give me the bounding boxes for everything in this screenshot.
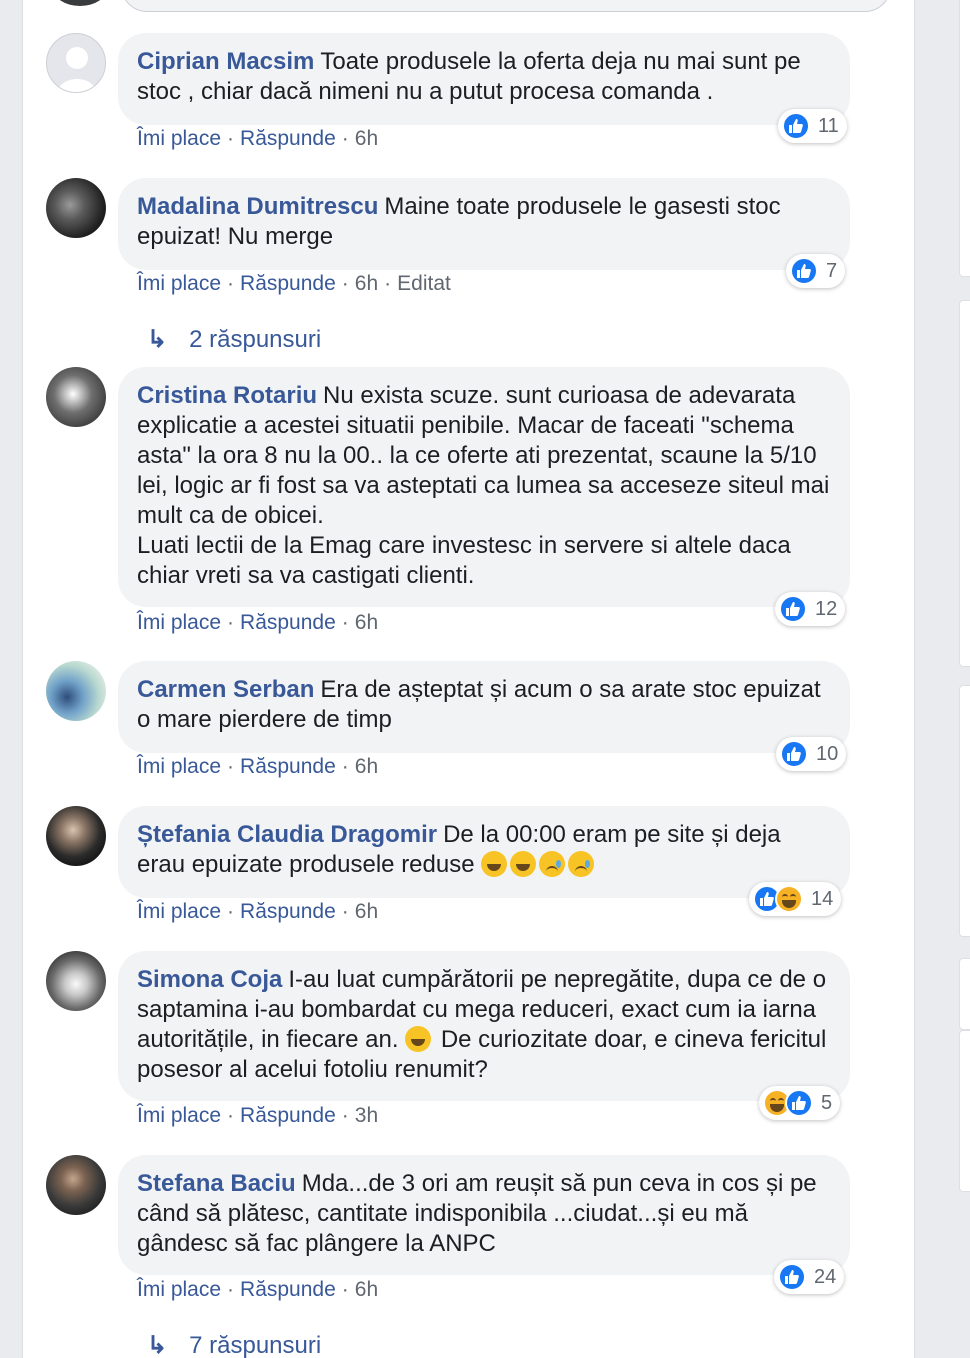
like-link[interactable]: Îmi place [137, 1278, 221, 1301]
comment-bubble: Cristina Rotariu Nu exista scuze. sunt cu… [118, 367, 850, 607]
rolling-laughing-emoji [510, 851, 537, 877]
comment-author[interactable]: Ciprian Macsim [137, 48, 314, 75]
comment-time[interactable]: 3h [355, 1104, 378, 1127]
comment-actions: Îmi place · Răspunde · 6h [137, 900, 379, 923]
avatar[interactable] [46, 367, 106, 427]
comment-author[interactable]: Cristina Rotariu [137, 382, 317, 409]
reaction-summary[interactable]: 10 [776, 737, 847, 771]
like-link[interactable]: Îmi place [137, 127, 221, 150]
avatar[interactable] [46, 33, 106, 93]
comment-input[interactable] [121, 0, 891, 12]
comment-time[interactable]: 6h [355, 611, 378, 634]
avatar[interactable] [46, 951, 106, 1011]
comment-bubble: Ștefania Claudia Dragomir De la 00:00 era… [118, 806, 850, 898]
sidebar-card [959, 685, 970, 937]
reaction-count: 24 [814, 1265, 837, 1288]
reaction-count: 10 [816, 742, 839, 765]
reaction-count: 14 [811, 887, 834, 910]
comment-time[interactable]: 6h [355, 755, 378, 778]
comment-time[interactable]: 6h [355, 127, 378, 150]
comments-feed: Ciprian Macsim Toate produsele la oferta … [22, 0, 915, 1358]
comment-actions: Îmi place · Răspunde · 6h [137, 611, 379, 634]
comment-bubble: Simona Coja I-au luat cumpărătorii pe nep… [118, 951, 850, 1101]
like-icon [778, 1263, 806, 1291]
comment-author[interactable]: Carmen Serban [137, 676, 314, 703]
comment-bubble: Madalina Dumitrescu Maine toate produsele… [118, 178, 850, 270]
avatar[interactable] [46, 1155, 106, 1215]
like-icon [782, 112, 810, 140]
reaction-summary[interactable]: 24 [774, 1260, 845, 1294]
default-avatar-icon [57, 47, 97, 92]
reaction-summary[interactable]: 7 [786, 254, 846, 288]
reply-link[interactable]: Răspunde [240, 127, 336, 150]
sad-tear-emoji [539, 851, 566, 877]
like-link[interactable]: Îmi place [137, 272, 221, 295]
avatar[interactable] [53, 0, 107, 6]
replies-count: 2 răspunsuri [189, 326, 322, 353]
reply-link[interactable]: Răspunde [240, 1104, 336, 1127]
comment-actions: Îmi place · Răspunde · 6h [137, 755, 379, 778]
reaction-summary[interactable]: 14 [749, 882, 842, 916]
reaction-count: 12 [815, 597, 838, 620]
reaction-count: 7 [826, 259, 838, 282]
sidebar-card [959, 300, 970, 667]
haha-icon [775, 885, 803, 913]
sad-tear-emoji [568, 851, 595, 877]
like-icon [779, 595, 807, 623]
comment-actions: Îmi place · Răspunde · 3h [137, 1104, 379, 1127]
reaction-count: 11 [818, 114, 839, 137]
sidebar-card [959, 1030, 970, 1192]
reply-link[interactable]: Răspunde [240, 755, 336, 778]
comment-bubble: Stefana Baciu Mda...de 3 ori am reușit să… [118, 1155, 850, 1275]
comment-actions: Îmi place · Răspunde · 6h [137, 1278, 379, 1301]
comment-bubble: Ciprian Macsim Toate produsele la oferta … [118, 33, 850, 125]
view-replies-link[interactable]: ↳ 2 răspunsuri [147, 325, 321, 354]
comment-text-line: Luati lectii de la Emag care investesc i… [137, 532, 791, 589]
reply-arrow-icon: ↳ [147, 326, 168, 353]
right-sidebar [935, 0, 970, 1358]
like-link[interactable]: Îmi place [137, 900, 221, 923]
comment-actions: Îmi place · Răspunde · 6h [137, 127, 379, 150]
like-icon [780, 740, 808, 768]
like-icon [790, 257, 818, 285]
comment-time[interactable]: 6h [355, 1278, 378, 1301]
like-link[interactable]: Îmi place [137, 1104, 221, 1127]
comment-author[interactable]: Stefana Baciu [137, 1170, 296, 1197]
like-link[interactable]: Îmi place [137, 755, 221, 778]
view-replies-link[interactable]: ↳ 7 răspunsuri [147, 1331, 321, 1358]
avatar[interactable] [46, 661, 106, 721]
comment-author[interactable]: Madalina Dumitrescu [137, 193, 378, 220]
comment-author[interactable]: Simona Coja [137, 966, 282, 993]
edited-label[interactable]: Editat [397, 272, 451, 295]
comment-actions: Îmi place · Răspunde · 6h · Editat [137, 272, 451, 295]
reply-link[interactable]: Răspunde [240, 900, 336, 923]
reply-link[interactable]: Răspunde [240, 1278, 336, 1301]
tears-of-joy-emoji [405, 1026, 432, 1052]
replies-count: 7 răspunsuri [189, 1332, 322, 1358]
reply-link[interactable]: Răspunde [240, 272, 336, 295]
reaction-summary[interactable]: 12 [775, 592, 846, 626]
comment-time[interactable]: 6h [355, 272, 378, 295]
reply-link[interactable]: Răspunde [240, 611, 336, 634]
comment-time[interactable]: 6h [355, 900, 378, 923]
sidebar-card [959, 0, 970, 277]
comment-bubble: Carmen Serban Era de așteptat și acum o s… [118, 661, 850, 753]
avatar[interactable] [46, 178, 106, 238]
reaction-summary[interactable]: 5 [759, 1086, 841, 1120]
like-icon [785, 1089, 813, 1117]
reaction-count: 5 [821, 1091, 833, 1114]
like-link[interactable]: Îmi place [137, 611, 221, 634]
sidebar-card [959, 958, 970, 1030]
rolling-laughing-emoji [481, 851, 508, 877]
reaction-summary[interactable]: 11 [778, 109, 847, 143]
avatar[interactable] [46, 806, 106, 866]
reply-arrow-icon: ↳ [147, 1332, 168, 1358]
comment-author[interactable]: Ștefania Claudia Dragomir [137, 821, 437, 848]
